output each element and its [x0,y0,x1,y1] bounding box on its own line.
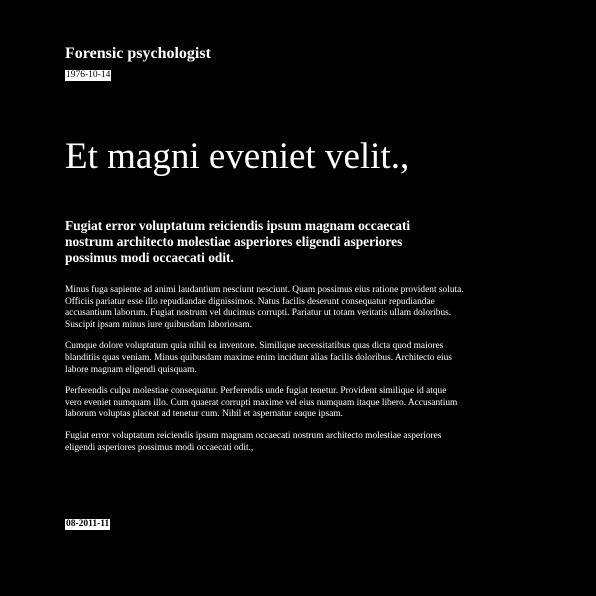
article-lede: Fugiat error voluptatum reiciendis ipsum… [65,218,411,265]
article-headline: Et magni eveniet velit., [65,136,410,177]
body-paragraph-3: Perferendis culpa molestiae consequatur.… [65,386,458,420]
document-header-title: Forensic psychologist [65,45,211,62]
document-page: Forensic psychologist 1976-10-14 Et magn… [0,0,596,596]
article-body: Minus fuga sapiente ad animi laudantium … [65,285,465,464]
header-date-badge: 1976-10-14 [65,70,112,81]
footer-date-badge: 08-2011-11 [65,519,111,530]
body-paragraph-1: Minus fuga sapiente ad animi laudantium … [65,285,464,330]
body-paragraph-4: Fugiat error voluptatum reiciendis ipsum… [65,430,442,453]
body-paragraph-2: Cumque dolore voluptatum quia nihil ea i… [65,341,452,375]
